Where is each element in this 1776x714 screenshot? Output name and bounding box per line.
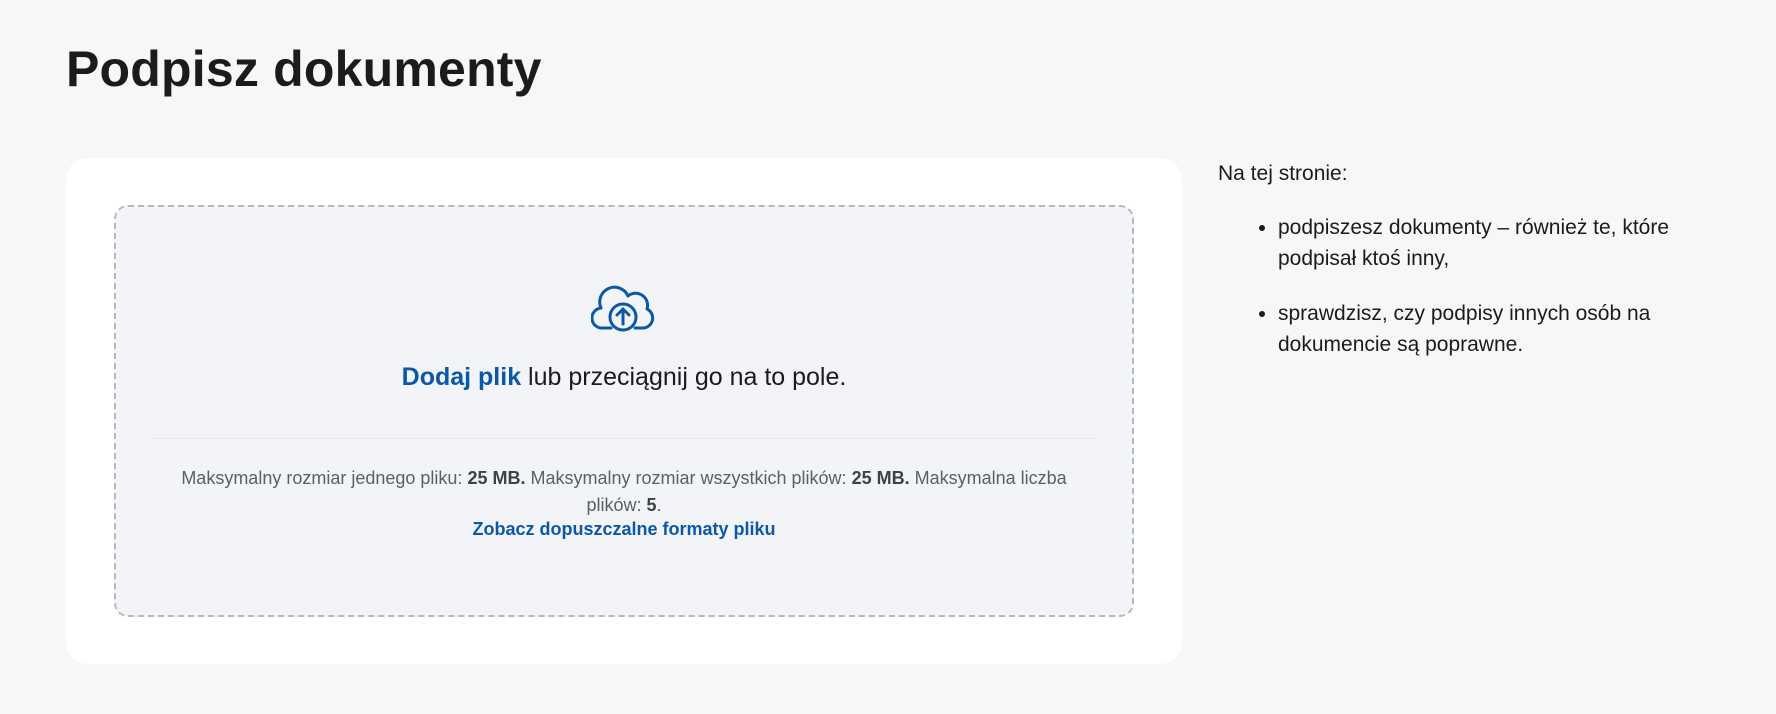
drop-instructions: Dodaj plik lub przeciągnij go na to pole… — [116, 363, 1132, 392]
list-item: podpiszesz dokumenty – również te, które… — [1278, 212, 1748, 274]
allowed-formats-link[interactable]: Zobacz dopuszczalne formaty pliku — [116, 519, 1132, 540]
total-size-limit-value: 25 MB. — [851, 468, 910, 488]
total-size-limit-label: Maksymalny rozmiar wszystkich plików: — [530, 468, 847, 488]
single-file-limit-label: Maksymalny rozmiar jednego pliku: — [181, 468, 463, 488]
file-count-limit-value: 5 — [646, 495, 657, 515]
page-info-intro: Na tej stronie: — [1218, 162, 1348, 185]
single-file-limit-value: 25 MB. — [467, 468, 526, 488]
page: Podpisz dokumenty Dodaj plik lub przecią… — [0, 0, 1776, 714]
list-item: sprawdzisz, czy podpisy innych osób na d… — [1278, 298, 1748, 360]
drop-hint-text: lub przeciągnij go na to pole. — [521, 363, 847, 391]
file-limits: Maksymalny rozmiar jednego pliku: 25 MB.… — [156, 465, 1092, 519]
divider — [150, 438, 1098, 439]
page-info-list: podpiszesz dokumenty – również te, które… — [1218, 212, 1748, 360]
file-dropzone[interactable]: Dodaj plik lub przeciągnij go na to pole… — [114, 205, 1134, 617]
cloud-upload-icon — [590, 283, 655, 335]
file-count-limit-suffix: . — [656, 495, 662, 515]
page-info: Na tej stronie: podpiszesz dokumenty – r… — [1218, 158, 1748, 384]
page-title: Podpisz dokumenty — [66, 41, 542, 97]
upload-card: Dodaj plik lub przeciągnij go na to pole… — [66, 158, 1182, 664]
add-file-link[interactable]: Dodaj plik — [402, 363, 521, 391]
